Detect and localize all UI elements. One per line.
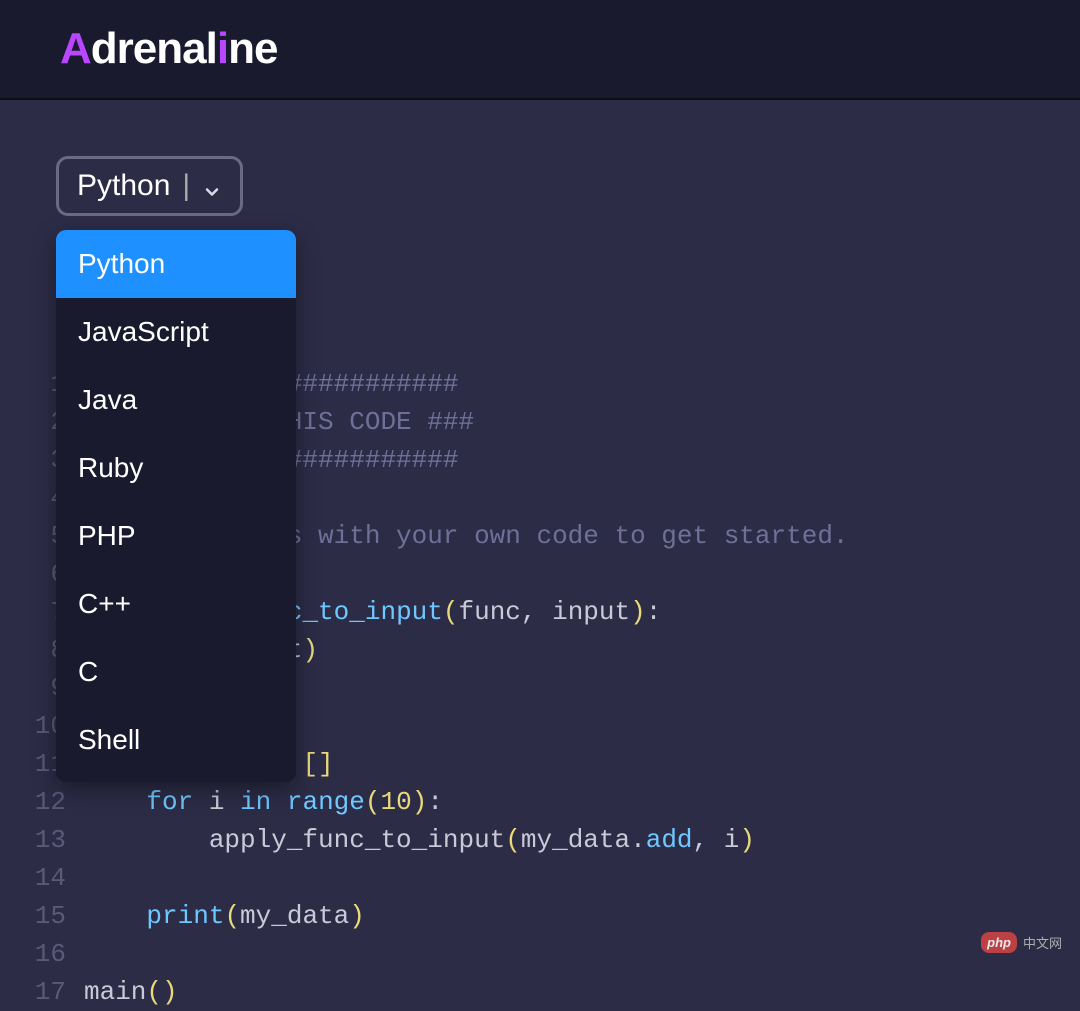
code-content: for i in range(10):	[84, 783, 443, 821]
logo: Adrenaline	[60, 24, 277, 74]
language-option-cplusplus[interactable]: C++	[56, 570, 296, 638]
code-content: apply_func_to_input(my_data.add, i)	[84, 821, 755, 859]
language-option-c[interactable]: C	[56, 638, 296, 706]
code-line[interactable]: 16	[24, 935, 1060, 973]
language-select-button[interactable]: Python |	[56, 156, 243, 216]
language-option-php[interactable]: PHP	[56, 502, 296, 570]
logo-part-mid2: ne	[228, 24, 277, 73]
line-number: 15	[24, 897, 84, 935]
language-option-shell[interactable]: Shell	[56, 706, 296, 774]
logo-part-i: i	[217, 24, 228, 73]
language-option-java[interactable]: Java	[56, 366, 296, 434]
language-option-ruby[interactable]: Ruby	[56, 434, 296, 502]
logo-part-a: A	[60, 24, 91, 73]
main-content: Python | PythonJavaScriptJavaRubyPHPC++C…	[0, 100, 1080, 216]
language-dropdown: PythonJavaScriptJavaRubyPHPC++CShell	[56, 230, 296, 782]
watermark-badge: php	[981, 932, 1017, 953]
language-select-value: Python	[77, 169, 170, 203]
code-line[interactable]: 15 print(my_data)	[24, 897, 1060, 935]
code-content: main()	[84, 973, 178, 1011]
logo-part-mid1: drenal	[91, 24, 217, 73]
line-number: 17	[24, 973, 84, 1011]
language-option-python[interactable]: Python	[56, 230, 296, 298]
code-line[interactable]: 13 apply_func_to_input(my_data.add, i)	[24, 821, 1060, 859]
code-line[interactable]: 14	[24, 859, 1060, 897]
language-select-separator: |	[182, 169, 190, 203]
code-line[interactable]: 12 for i in range(10):	[24, 783, 1060, 821]
watermark: php 中文网	[981, 932, 1062, 953]
code-content	[84, 859, 100, 897]
code-line[interactable]: 17main()	[24, 973, 1060, 1011]
app-header: Adrenaline	[0, 0, 1080, 100]
code-content	[84, 935, 100, 973]
code-content: print(my_data)	[84, 897, 365, 935]
watermark-text: 中文网	[1023, 933, 1062, 952]
line-number: 13	[24, 821, 84, 859]
line-number: 16	[24, 935, 84, 973]
language-option-javascript[interactable]: JavaScript	[56, 298, 296, 366]
line-number: 12	[24, 783, 84, 821]
chevron-down-icon	[202, 176, 222, 196]
line-number: 14	[24, 859, 84, 897]
